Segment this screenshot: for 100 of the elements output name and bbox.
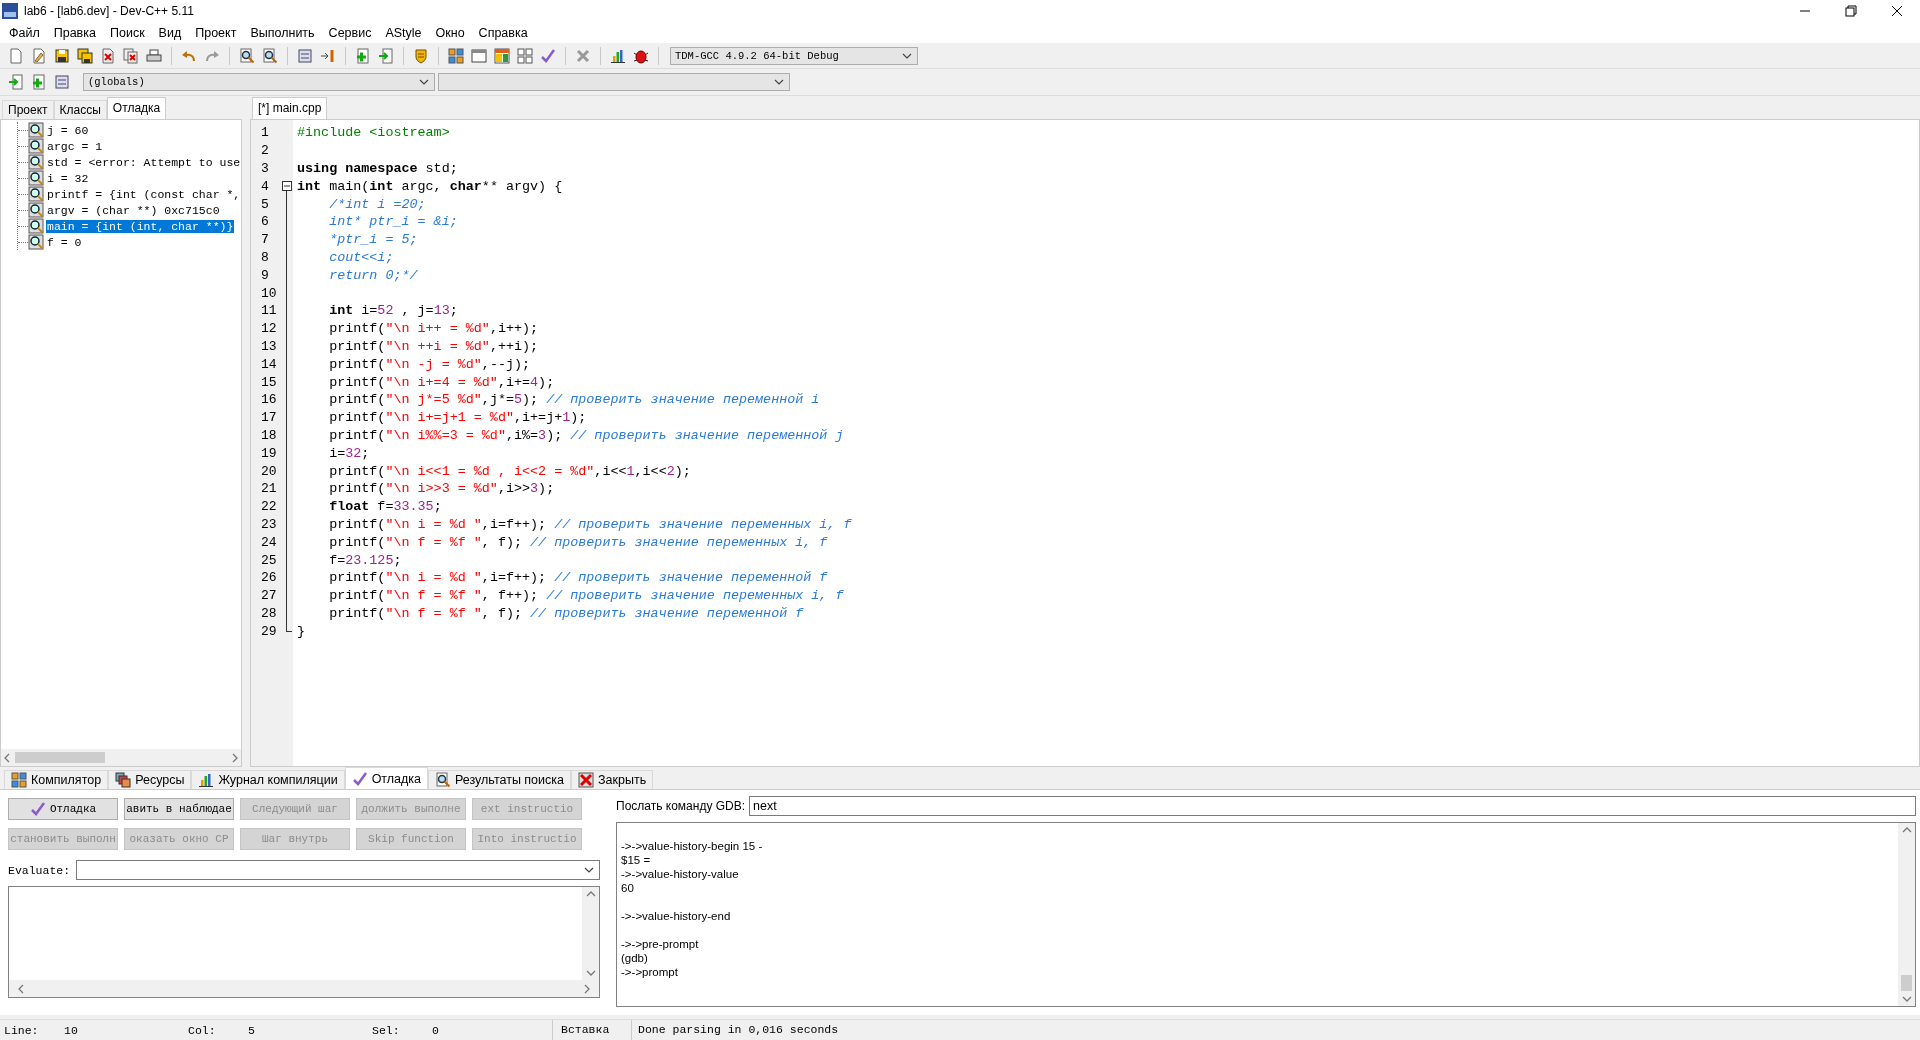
panel-tab[interactable]: Отладка — [106, 97, 167, 119]
list-icon[interactable] — [297, 47, 313, 64]
line-number: 22 — [260, 499, 278, 515]
code-line: printf("\n i = %d ",i=f++); // проверить значение переменных i, f — [328, 516, 852, 532]
scroll-left-icon[interactable] — [17, 983, 25, 994]
scroll-right-icon[interactable] — [583, 983, 591, 994]
output-line: (gdb) — [621, 951, 649, 965]
horizontal-scrollbar[interactable] — [9, 980, 599, 997]
line-number: 5 — [260, 196, 270, 212]
panel-tab[interactable]: Проект — [2, 100, 54, 119]
code-line: printf("\n f = %f ", f++); // проверить значение переменных i, f — [328, 588, 844, 604]
menu-item[interactable]: Выполнить — [243, 23, 322, 42]
debug-button[interactable]: Отладка — [8, 798, 118, 820]
arrow-page-icon[interactable] — [378, 47, 394, 64]
watch-item[interactable]: f = 0 — [46, 235, 83, 249]
watch-icon — [28, 186, 44, 202]
menu-item[interactable]: AStyle — [378, 23, 429, 42]
line-number: 2 — [260, 143, 270, 159]
gdb-command-field[interactable]: next — [749, 796, 1916, 816]
compiler-dropdown[interactable]: TDM-GCC 4.9.2 64-bit Debug — [670, 46, 918, 65]
scrollbar-thumb[interactable] — [15, 752, 105, 763]
scrollbar-thumb[interactable] — [1901, 975, 1912, 991]
code-line: printf("\n -j = %d",--j); — [328, 356, 531, 372]
plus-file-icon[interactable] — [31, 74, 47, 90]
save-icon[interactable] — [54, 47, 70, 64]
code-line: int i=52 , j=13; — [328, 303, 458, 319]
code-line: printf("\n i = %d ",i=f++); // проверить значение переменной f — [328, 570, 828, 586]
search-icon[interactable] — [239, 47, 255, 64]
line-number: 8 — [260, 249, 270, 265]
panel-tab[interactable]: Отладка — [344, 767, 429, 789]
print-icon[interactable] — [146, 47, 162, 64]
color-window-icon[interactable] — [494, 47, 510, 64]
menu-item[interactable]: Файл — [2, 23, 47, 42]
watch-item[interactable]: printf = {int (const char *, — [46, 187, 242, 201]
panel-tab[interactable]: Классы — [53, 100, 107, 119]
scroll-up-icon[interactable] — [585, 890, 596, 898]
new-file-icon[interactable] — [8, 47, 24, 64]
code-line: printf("\n ++i = %d",++i); — [328, 338, 539, 354]
open-file-icon[interactable] — [31, 47, 47, 64]
debug-button[interactable]: авить в наблюдае — [124, 798, 234, 820]
watch-item[interactable]: argv = (char **) 0xc715c0 — [46, 203, 221, 217]
line-number: 28 — [260, 605, 278, 621]
scroll-left-icon[interactable] — [3, 752, 11, 763]
grid-icon[interactable] — [517, 47, 533, 64]
file-tab[interactable]: [*] main.cpp — [252, 97, 328, 119]
close-icon[interactable] — [1889, 3, 1905, 19]
window-icon[interactable] — [471, 47, 487, 64]
line-number: 12 — [260, 321, 278, 337]
menu-item[interactable]: Правка — [46, 23, 103, 42]
page-magnifier-icon[interactable] — [262, 47, 278, 64]
menu-item[interactable]: Вид — [151, 23, 189, 42]
bar-chart-icon[interactable] — [610, 47, 626, 64]
checkmark-icon[interactable] — [540, 47, 556, 64]
fold-toggle-icon[interactable] — [282, 181, 292, 192]
shield-icon[interactable] — [413, 47, 429, 64]
menu-item[interactable]: Справка — [471, 23, 535, 42]
code-line: i=32; — [328, 445, 370, 461]
menu-item[interactable]: Сервис — [321, 23, 379, 42]
scope-dropdown[interactable]: (globals) — [83, 73, 435, 91]
close-all-icon[interactable] — [123, 47, 139, 64]
close-file-icon[interactable] — [100, 47, 116, 64]
menu-item[interactable]: Поиск — [102, 23, 152, 42]
grid-icon — [11, 772, 27, 788]
cross-icon[interactable] — [575, 47, 591, 64]
line-number: 19 — [260, 445, 278, 461]
scroll-down-icon[interactable] — [1901, 995, 1912, 1003]
panel-tab[interactable]: Компилятор — [4, 770, 109, 789]
arrow-lines-icon[interactable] — [320, 47, 336, 64]
watch-item[interactable]: argc = 1 — [46, 139, 104, 153]
color-grid-icon[interactable] — [448, 47, 464, 64]
page-arrow-icon[interactable] — [8, 74, 24, 90]
scroll-right-icon[interactable] — [231, 752, 239, 763]
scroll-down-icon[interactable] — [585, 969, 596, 977]
bug-icon[interactable] — [633, 47, 649, 64]
save-all-icon[interactable] — [77, 47, 93, 64]
watch-item[interactable]: std = <error: Attempt to use — [46, 155, 242, 169]
watch-item[interactable]: j = 60 — [46, 123, 90, 137]
line-number: 26 — [260, 570, 278, 586]
watch-icon — [28, 202, 44, 218]
evaluate-field[interactable] — [76, 860, 600, 880]
menu-item[interactable]: Проект — [188, 23, 244, 42]
plus-file-icon[interactable] — [355, 47, 371, 64]
dropdown-caret-icon — [418, 77, 430, 87]
vertical-scrollbar[interactable] — [582, 887, 599, 980]
code-line: printf("\n i<<1 = %d , i<<2 = %d",i<<1,i<<2); — [328, 463, 691, 479]
watch-item[interactable]: main = {int (int, char **)} — [46, 219, 235, 233]
vertical-scrollbar[interactable] — [1898, 823, 1915, 1006]
evaluate-label: Evaluate: — [8, 863, 71, 877]
menu-item[interactable]: Окно — [428, 23, 472, 42]
watch-icon — [28, 154, 44, 170]
dropdown-caret-icon — [583, 865, 595, 875]
dropdown-caret-icon — [773, 77, 785, 87]
code-line: f=23.125; — [328, 552, 402, 568]
code-line: using namespace std; — [297, 161, 458, 176]
scroll-up-icon[interactable] — [1901, 826, 1912, 834]
line-number: 29 — [260, 623, 278, 639]
watch-item[interactable]: i = 32 — [46, 171, 90, 185]
status-value: 0 — [432, 1023, 440, 1037]
restore-icon[interactable] — [1843, 3, 1859, 19]
horizontal-scrollbar[interactable] — [1, 749, 241, 766]
